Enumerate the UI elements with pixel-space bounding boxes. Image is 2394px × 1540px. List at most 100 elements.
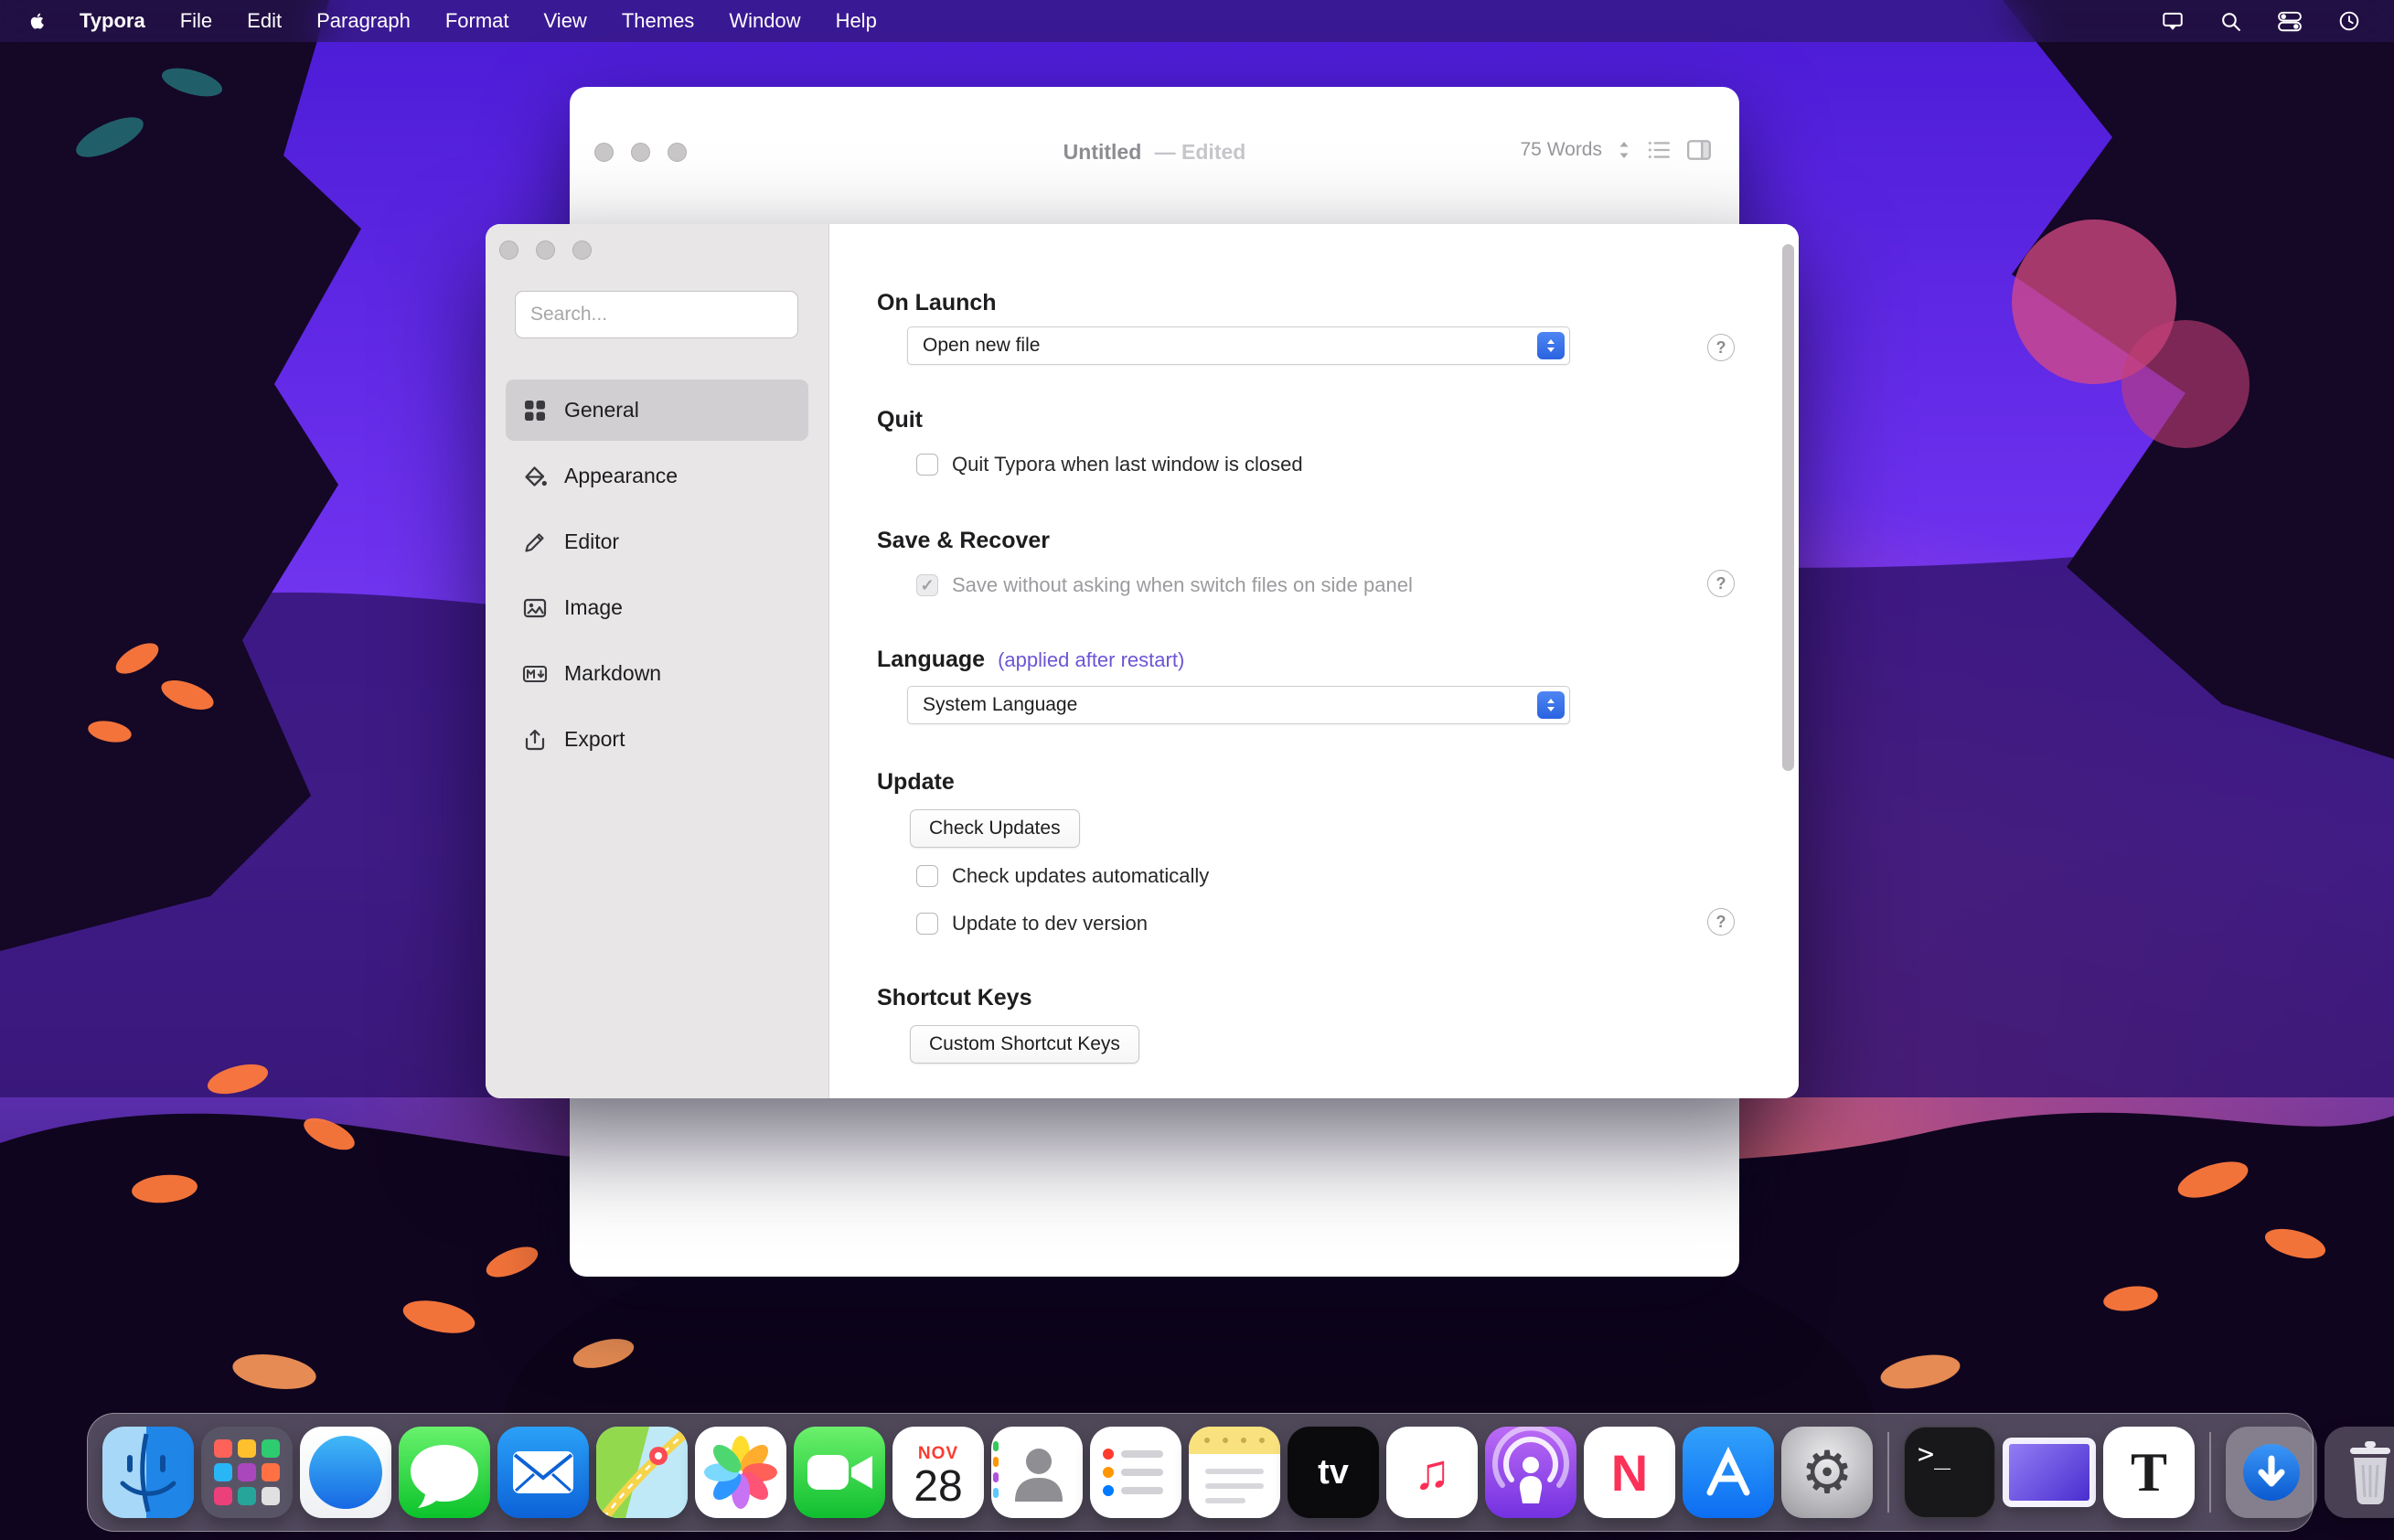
dock-typora-icon[interactable]: T bbox=[2103, 1427, 2195, 1518]
dock-reminders-icon[interactable] bbox=[1090, 1427, 1181, 1518]
dev-version-checkbox-row[interactable]: Update to dev version bbox=[916, 912, 1148, 936]
quit-checkbox-label: Quit Typora when last window is closed bbox=[952, 453, 1303, 476]
dock-divider bbox=[2209, 1432, 2211, 1513]
dock-mail-icon[interactable] bbox=[497, 1427, 589, 1518]
outline-list-icon[interactable] bbox=[1646, 138, 1672, 162]
dock-divider bbox=[1887, 1432, 1889, 1513]
sidebar-item-appearance[interactable]: Appearance bbox=[506, 445, 808, 507]
save-recover-help-button[interactable]: ? bbox=[1707, 570, 1735, 597]
quit-checkbox-row[interactable]: Quit Typora when last window is closed bbox=[916, 453, 1303, 476]
language-select[interactable]: System Language bbox=[907, 686, 1570, 724]
dock-launchpad-icon[interactable] bbox=[201, 1427, 293, 1518]
select-value: Open new file bbox=[923, 335, 1537, 357]
dev-version-help-button[interactable]: ? bbox=[1707, 908, 1735, 936]
question-mark-icon: ? bbox=[1716, 913, 1726, 932]
music-note-icon: ♫ bbox=[1414, 1444, 1451, 1501]
on-launch-select[interactable]: Open new file bbox=[907, 326, 1570, 365]
dock-appstore-icon[interactable] bbox=[1683, 1427, 1774, 1518]
menu-edit[interactable]: Edit bbox=[230, 0, 299, 42]
menu-bar: Typora File Edit Paragraph Format View T… bbox=[0, 0, 2394, 42]
dock-calendar-icon[interactable]: NOV 28 bbox=[892, 1427, 984, 1518]
grid-icon bbox=[522, 398, 548, 423]
menu-app-name[interactable]: Typora bbox=[62, 0, 163, 42]
quit-checkbox[interactable] bbox=[916, 454, 938, 476]
sidebar-item-label: Appearance bbox=[564, 464, 678, 488]
section-shortcut-keys-title: Shortcut Keys bbox=[877, 985, 1031, 1011]
sidebar-toggle-icon[interactable] bbox=[1686, 138, 1712, 162]
scrollbar-thumb[interactable] bbox=[1782, 244, 1794, 771]
menu-format[interactable]: Format bbox=[428, 0, 527, 42]
news-n-icon: N bbox=[1611, 1443, 1648, 1503]
tv-label: tv bbox=[1318, 1453, 1349, 1492]
dock-downloads-icon[interactable] bbox=[2226, 1427, 2317, 1518]
dock-terminal-icon[interactable]: >_ bbox=[1904, 1427, 1995, 1518]
dock-contacts-icon[interactable] bbox=[991, 1427, 1083, 1518]
document-title: Untitled bbox=[1063, 140, 1142, 164]
select-stepper-icon bbox=[1537, 691, 1565, 719]
check-updates-button[interactable]: Check Updates bbox=[910, 809, 1080, 848]
auto-update-checkbox-row[interactable]: Check updates automatically bbox=[916, 864, 1209, 888]
preferences-content: On Launch Open new file ? Quit Quit Typo… bbox=[829, 224, 1799, 1098]
dock-facetime-icon[interactable] bbox=[794, 1427, 885, 1518]
terminal-prompt-icon: >_ bbox=[1918, 1438, 1950, 1470]
auto-update-checkbox-label: Check updates automatically bbox=[952, 864, 1209, 888]
language-title-text: Language bbox=[877, 647, 985, 672]
dock-screenshot-preview[interactable] bbox=[2003, 1438, 2096, 1507]
dock-photos-icon[interactable] bbox=[695, 1427, 786, 1518]
sidebar-item-label: Markdown bbox=[564, 661, 661, 686]
dock-trash-icon[interactable] bbox=[2325, 1427, 2394, 1518]
dock-finder-icon[interactable] bbox=[102, 1427, 194, 1518]
check-icon: ✓ bbox=[920, 576, 934, 595]
display-mirroring-icon[interactable] bbox=[2161, 9, 2185, 33]
menu-themes[interactable]: Themes bbox=[604, 0, 711, 42]
dock-news-icon[interactable]: N bbox=[1584, 1427, 1675, 1518]
menu-view[interactable]: View bbox=[527, 0, 604, 42]
dock-settings-icon[interactable]: ⚙ bbox=[1781, 1427, 1873, 1518]
menu-paragraph[interactable]: Paragraph bbox=[299, 0, 428, 42]
select-stepper-icon bbox=[1537, 332, 1565, 359]
dock-maps-icon[interactable] bbox=[596, 1427, 688, 1518]
apple-logo-icon bbox=[27, 11, 48, 31]
custom-shortcut-keys-button[interactable]: Custom Shortcut Keys bbox=[910, 1025, 1139, 1064]
on-launch-help-button[interactable]: ? bbox=[1707, 334, 1735, 361]
edited-label: — Edited bbox=[1155, 140, 1246, 164]
dock-safari-icon[interactable] bbox=[300, 1427, 391, 1518]
dock-tv-icon[interactable]: tv bbox=[1288, 1427, 1379, 1518]
gear-icon: ⚙ bbox=[1801, 1438, 1853, 1507]
calendar-day: 28 bbox=[914, 1464, 962, 1510]
word-count[interactable]: 75 Words bbox=[1521, 139, 1603, 161]
sidebar-item-label: General bbox=[564, 398, 639, 422]
dev-version-checkbox[interactable] bbox=[916, 913, 938, 935]
menu-help[interactable]: Help bbox=[818, 0, 894, 42]
close-button[interactable] bbox=[499, 241, 518, 260]
apple-menu[interactable] bbox=[13, 11, 62, 31]
question-mark-icon: ? bbox=[1716, 338, 1726, 358]
prefs-traffic-lights bbox=[499, 241, 592, 260]
export-icon bbox=[522, 727, 548, 753]
word-count-stepper-icon[interactable] bbox=[1617, 138, 1631, 162]
menu-file[interactable]: File bbox=[163, 0, 230, 42]
sidebar-item-image[interactable]: Image bbox=[506, 577, 808, 638]
select-value: System Language bbox=[923, 694, 1537, 716]
minimize-button[interactable] bbox=[536, 241, 555, 260]
sidebar-item-markdown[interactable]: Markdown bbox=[506, 643, 808, 704]
menu-window[interactable]: Window bbox=[711, 0, 818, 42]
sidebar-item-editor[interactable]: Editor bbox=[506, 511, 808, 572]
preferences-window: General Appearance Editor Image Markdown… bbox=[486, 224, 1799, 1098]
preferences-search-input[interactable] bbox=[515, 291, 798, 338]
zoom-button[interactable] bbox=[572, 241, 592, 260]
sidebar-item-general[interactable]: General bbox=[506, 380, 808, 441]
dock-messages-icon[interactable] bbox=[399, 1427, 490, 1518]
dock-podcasts-icon[interactable] bbox=[1485, 1427, 1576, 1518]
dock-music-icon[interactable]: ♫ bbox=[1386, 1427, 1478, 1518]
sidebar-item-export[interactable]: Export bbox=[506, 709, 808, 770]
sidebar-item-label: Editor bbox=[564, 529, 619, 554]
auto-update-checkbox[interactable] bbox=[916, 865, 938, 887]
dock-notes-icon[interactable] bbox=[1189, 1427, 1280, 1518]
control-center-icon[interactable] bbox=[2277, 10, 2303, 33]
search-icon[interactable] bbox=[2219, 10, 2242, 33]
save-recover-checkbox-label: Save without asking when switch files on… bbox=[952, 573, 1413, 597]
typora-t-icon: T bbox=[2131, 1441, 2167, 1504]
section-quit-title: Quit bbox=[877, 407, 923, 433]
clock-icon[interactable] bbox=[2337, 9, 2361, 33]
